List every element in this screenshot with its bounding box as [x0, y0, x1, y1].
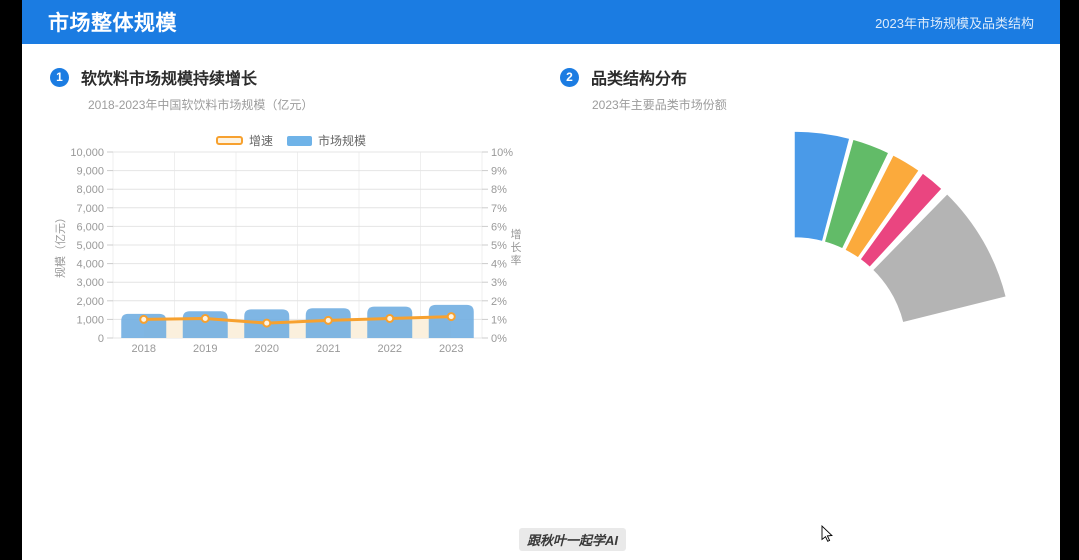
growth-point-2020[interactable]	[263, 320, 270, 327]
x-axis-label: 2020	[255, 343, 279, 355]
growth-point-2023[interactable]	[448, 313, 455, 320]
left-axis-tick-label: 3,000	[76, 277, 104, 289]
right-axis-tick-label: 4%	[491, 259, 507, 271]
growth-point-2022[interactable]	[386, 315, 393, 322]
watermark-badge: 跟秋叶一起学AI	[519, 528, 626, 551]
mouse-cursor-icon	[822, 526, 832, 541]
x-axis-label: 2022	[378, 343, 402, 355]
right-axis-title: 率	[511, 253, 522, 267]
left-axis-tick-label: 8,000	[76, 184, 104, 196]
left-axis-title: 规模（亿元）	[53, 212, 67, 278]
left-axis-tick-label: 2,000	[76, 296, 104, 308]
right-axis-title: 长	[511, 241, 522, 254]
right-axis-tick-label: 10%	[491, 147, 513, 159]
x-axis-label: 2023	[439, 343, 463, 355]
slide: 市场整体规模 2023年市场规模及品类结构 1 软饮料市场规模持续增长 2018…	[0, 0, 1079, 560]
right-axis-title: 增	[511, 227, 522, 241]
charts-canvas: 0 1,000 2,000 3,000 4,000 5,000 6,000 7,000 8,00…	[0, 0, 1079, 560]
right-axis-tick-label: 2%	[491, 296, 507, 308]
growth-point-2021[interactable]	[325, 317, 332, 324]
left-axis-tick-label: 0	[98, 333, 104, 345]
bar-2023[interactable]	[429, 305, 474, 338]
left-axis-tick-label: 5,000	[76, 240, 104, 252]
fan-pie-chart[interactable]	[794, 131, 1006, 323]
pie-slice-5[interactable]	[872, 194, 1006, 323]
x-axis-label: 2021	[316, 343, 340, 355]
x-axis-label: 2019	[193, 343, 217, 355]
growth-point-2018[interactable]	[140, 316, 147, 323]
left-axis-tick-label: 1,000	[76, 314, 104, 326]
bar-line-chart[interactable]: 0 1,000 2,000 3,000 4,000 5,000 6,000 7,000 8,00…	[53, 147, 522, 355]
right-axis-tick-label: 3%	[491, 277, 507, 289]
right-axis-tick-label: 1%	[491, 314, 507, 326]
left-axis-tick-label: 10,000	[70, 147, 104, 159]
left-axis-tick-label: 4,000	[76, 259, 104, 271]
x-axis-label: 2018	[132, 343, 156, 355]
cursor-arrow-icon	[822, 526, 832, 541]
right-axis-tick-label: 8%	[491, 184, 507, 196]
left-axis-tick-label: 7,000	[76, 203, 104, 215]
left-axis-tick-label: 9,000	[76, 166, 104, 178]
right-axis-tick-label: 6%	[491, 221, 507, 233]
right-axis-tick-label: 9%	[491, 166, 507, 178]
right-axis-tick-label: 5%	[491, 240, 507, 252]
left-axis-tick-label: 6,000	[76, 221, 104, 233]
right-axis-tick-label: 7%	[491, 203, 507, 215]
growth-point-2019[interactable]	[202, 315, 209, 322]
right-axis-tick-label: 0%	[491, 333, 507, 345]
